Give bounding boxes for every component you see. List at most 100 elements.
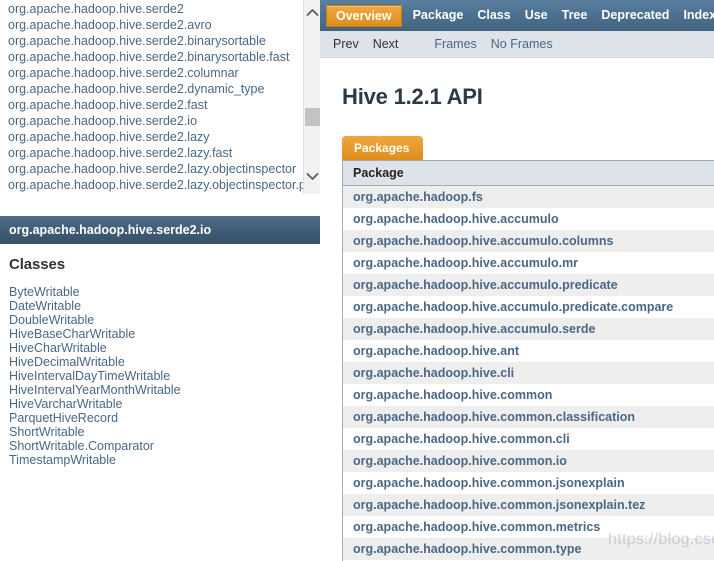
package-list-item[interactable]: org.apache.hadoop.hive.serde2.lazy.objec… [0,177,303,193]
nav-tree[interactable]: Tree [555,0,595,31]
table-row[interactable]: org.apache.hadoop.hive.accumulo.predicat… [342,296,714,318]
table-cell-package: org.apache.hadoop.hive.accumulo.serde [342,318,714,340]
nav-no-frames[interactable]: No Frames [484,37,560,51]
package-link[interactable]: org.apache.hadoop.hive.common.classifica… [353,410,635,424]
table-cell-package: org.apache.hadoop.hive.accumulo [342,208,714,230]
table-header-row: Package [342,160,714,186]
package-link[interactable]: org.apache.hadoop.hive.common.io [353,454,567,468]
right-frame: Overview Package Class Use Tree Deprecated Ind… [320,0,714,561]
class-list-item[interactable]: ShortWritable [9,425,320,439]
nav-overview[interactable]: Overview [326,4,402,27]
package-list-item[interactable]: org.apache.hadoop.hive.serde2.dynamic_ty… [0,81,303,97]
table-row[interactable]: org.apache.hadoop.hive.ant [342,340,714,362]
class-list-item[interactable]: ParquetHiveRecord [9,411,320,425]
class-list-item[interactable]: HiveIntervalDayTimeWritable [9,369,320,383]
package-link[interactable]: org.apache.hadoop.hive.common.metrics [353,520,600,534]
scrollbar-thumb-vertical[interactable] [305,108,320,126]
nav-next[interactable]: Next [366,37,406,51]
table-cell-package: org.apache.hadoop.hive.common.jsonexplai… [342,472,714,494]
table-cell-package: org.apache.hadoop.hive.common.cli [342,428,714,450]
chevron-down-icon[interactable] [304,168,320,185]
package-link[interactable]: org.apache.hadoop.hive.accumulo.predicat… [353,278,618,292]
package-list[interactable]: org.apache.hadoop.hive.serde2 org.apache.… [0,0,303,194]
page-title: Hive 1.2.1 API [342,84,483,109]
table-row[interactable]: org.apache.hadoop.hive.common.cli [342,428,714,450]
sub-navigation-bar: Prev Next Frames No Frames [320,31,714,58]
table-row[interactable]: org.apache.hadoop.hive.common.type [342,538,714,560]
class-list-item[interactable]: DateWritable [9,299,320,313]
table-cell-package: org.apache.hadoop.fs [342,185,714,208]
package-link[interactable]: org.apache.hadoop.hive.common.cli [353,432,570,446]
package-link[interactable]: org.apache.hadoop.hive.accumulo.columns [353,234,613,248]
table-row[interactable]: org.apache.hadoop.hive.accumulo.serde [342,318,714,340]
table-cell-package: org.apache.hadoop.hive.common.metrics [342,516,714,538]
table-row[interactable]: org.apache.hadoop.hive.cli [342,362,714,384]
package-link[interactable]: org.apache.hadoop.hive.common.jsonexplai… [353,498,645,512]
package-list-vertical-scrollbar[interactable] [303,0,320,194]
class-list-item[interactable]: DoubleWritable [9,313,320,327]
package-list-item[interactable]: org.apache.hadoop.hive.serde2.io [0,113,303,129]
nav-use[interactable]: Use [518,0,555,31]
class-list-item[interactable]: TimestampWritable [9,453,320,467]
package-link[interactable]: org.apache.hadoop.hive.common [353,388,552,402]
package-list-item[interactable]: org.apache.hadoop.hive.serde2.avro [0,17,303,33]
packages-table: Package org.apache.hadoop.fs org.apache.h… [342,160,714,561]
table-row[interactable]: org.apache.hadoop.hive.common.io [342,450,714,472]
table-row[interactable]: org.apache.hadoop.hive.common [342,384,714,406]
nav-prev[interactable]: Prev [326,37,366,51]
package-list-item[interactable]: org.apache.hadoop.hive.serde2.fast [0,97,303,113]
table-cell-package: org.apache.hadoop.hive.cli [342,362,714,384]
chevron-up-icon[interactable] [304,4,320,21]
package-list-item[interactable]: org.apache.hadoop.hive.serde2.lazy [0,129,303,145]
class-list-item[interactable]: HiveBaseCharWritable [9,327,320,341]
left-frame: org.apache.hadoop.hive.serde2 org.apache.… [0,0,320,561]
nav-package[interactable]: Package [406,0,471,31]
class-list-item[interactable]: HiveVarcharWritable [9,397,320,411]
selected-package-label: org.apache.hadoop.hive.serde2.io [9,223,212,237]
table-row[interactable]: org.apache.hadoop.hive.accumulo.mr [342,252,714,274]
nav-class[interactable]: Class [470,0,517,31]
nav-index[interactable]: Index [676,0,714,31]
tab-packages[interactable]: Packages [342,136,424,160]
packages-table-body: org.apache.hadoop.fs org.apache.hadoop.hi… [342,185,714,561]
table-cell-package: org.apache.hadoop.hive.common [342,384,714,406]
package-link[interactable]: org.apache.hadoop.hive.ant [353,344,519,358]
package-list-item[interactable]: org.apache.hadoop.hive.serde2.lazy.objec… [0,161,303,177]
table-row[interactable]: org.apache.hadoop.hive.accumulo [342,208,714,230]
class-list-item[interactable]: HiveDecimalWritable [9,355,320,369]
package-list-item[interactable]: org.apache.hadoop.hive.serde2.lazy.fast [0,145,303,161]
table-row[interactable]: org.apache.hadoop.hive.common.classifica… [342,406,714,428]
tab-strip: Packages [342,136,714,160]
package-link[interactable]: org.apache.hadoop.hive.common.jsonexplai… [353,476,625,490]
package-link[interactable]: org.apache.hadoop.hive.accumulo.mr [353,256,578,270]
table-row[interactable]: org.apache.hadoop.fs [342,185,714,208]
table-row[interactable]: org.apache.hadoop.hive.common.jsonexplai… [342,494,714,516]
package-link[interactable]: org.apache.hadoop.hive.cli [353,366,514,380]
table-cell-package: org.apache.hadoop.hive.accumulo.columns [342,230,714,252]
class-list-item[interactable]: ShortWritable.Comparator [9,439,320,453]
selected-package-title-bar: org.apache.hadoop.hive.serde2.io [0,216,320,244]
nav-deprecated[interactable]: Deprecated [594,0,676,31]
package-link[interactable]: org.apache.hadoop.hive.accumulo [353,212,559,226]
class-list-item[interactable]: HiveIntervalYearMonthWritable [9,383,320,397]
table-row[interactable]: org.apache.hadoop.hive.common.metrics [342,516,714,538]
table-cell-package: org.apache.hadoop.hive.accumulo.predicat… [342,274,714,296]
package-link[interactable]: org.apache.hadoop.hive.accumulo.predicat… [353,300,673,314]
class-list-item[interactable]: ByteWritable [9,285,320,299]
package-list-item[interactable]: org.apache.hadoop.hive.serde2.binarysort… [0,49,303,65]
package-link[interactable]: org.apache.hadoop.fs [353,190,483,204]
nav-frames[interactable]: Frames [427,37,483,51]
table-row[interactable]: org.apache.hadoop.hive.accumulo.columns [342,230,714,252]
package-list-item[interactable]: org.apache.hadoop.hive.serde2.binarysort… [0,33,303,49]
package-link[interactable]: org.apache.hadoop.hive.accumulo.serde [353,322,595,336]
table-cell-package: org.apache.hadoop.hive.common.jsonexplai… [342,494,714,516]
javadoc-page: org.apache.hadoop.hive.serde2 org.apache.… [0,0,714,561]
table-cell-package: org.apache.hadoop.hive.common.io [342,450,714,472]
table-row[interactable]: org.apache.hadoop.hive.accumulo.predicat… [342,274,714,296]
classes-heading: Classes [9,256,66,273]
package-list-item[interactable]: org.apache.hadoop.hive.serde2 [0,1,303,17]
package-list-item[interactable]: org.apache.hadoop.hive.serde2.columnar [0,65,303,81]
table-row[interactable]: org.apache.hadoop.hive.common.jsonexplai… [342,472,714,494]
class-list-item[interactable]: HiveCharWritable [9,341,320,355]
package-link[interactable]: org.apache.hadoop.hive.common.type [353,542,582,556]
